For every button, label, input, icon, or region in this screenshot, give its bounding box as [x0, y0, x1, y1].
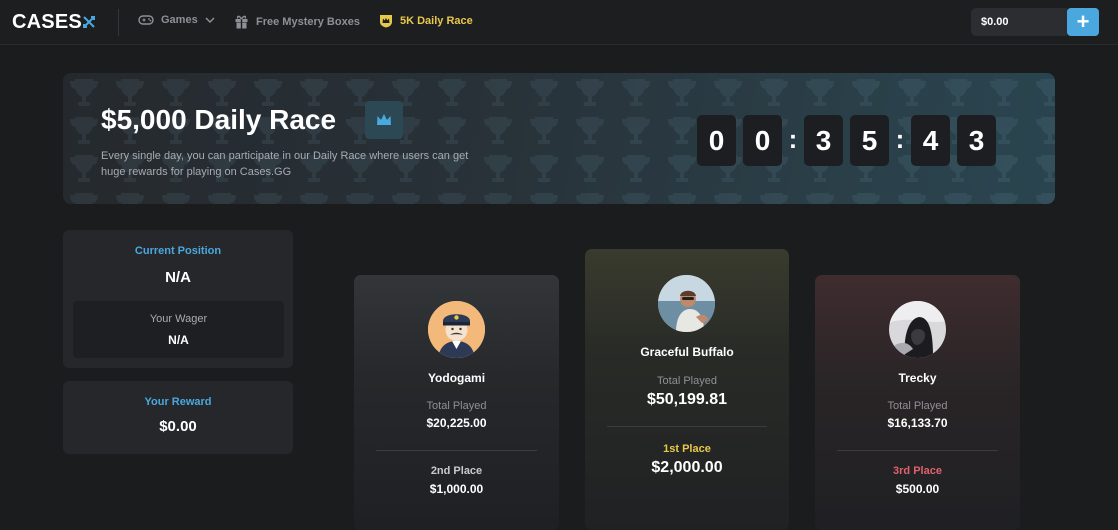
timer-digit: 5: [850, 115, 889, 166]
balance-display[interactable]: $0.00: [971, 8, 1070, 36]
avatar[interactable]: [658, 275, 715, 332]
race-description: Every single day, you can participate in…: [101, 150, 469, 178]
nav-daily-race-label: 5K Daily Race: [400, 15, 473, 27]
gift-icon: [234, 14, 249, 29]
nav-free-mystery-boxes[interactable]: Free Mystery Boxes: [234, 14, 360, 29]
nav-free-mystery-boxes-label: Free Mystery Boxes: [256, 15, 360, 28]
page-title: $5,000 Daily Race: [101, 104, 337, 135]
logo[interactable]: CASES: [12, 11, 82, 34]
top-nav: CASES Games Free Mystery Boxes 5K Daily …: [0, 0, 1118, 45]
reward-value: $0.00: [159, 418, 197, 435]
timer-digit: 4: [911, 115, 950, 166]
prize-value: $500.00: [895, 482, 940, 496]
balance-amount: $0.00: [981, 16, 1009, 28]
player-name: Yodogami: [427, 371, 486, 385]
gamepad-icon: [138, 14, 154, 26]
total-played-label: Total Played: [657, 375, 717, 387]
player-name: Trecky: [898, 371, 937, 385]
avatar[interactable]: [428, 301, 485, 358]
total-played-value: $16,133.70: [887, 416, 948, 430]
podium-card-second: Yodogami Total Played $20,225.00 2nd Pla…: [354, 275, 559, 530]
card-divider: [837, 450, 998, 451]
total-played-label: Total Played: [426, 400, 487, 412]
current-position-panel: Current Position N/A Your Wager N/A: [63, 230, 293, 368]
wager-label: Your Wager: [149, 313, 208, 325]
avatar[interactable]: [889, 301, 946, 358]
total-played-label: Total Played: [887, 400, 948, 412]
podium-card-third: Trecky Total Played $16,133.70 3rd Place…: [815, 275, 1020, 530]
daily-race-banner: $5,000 Daily Race Every single day, you …: [63, 73, 1055, 204]
podium-card-first: Graceful Buffalo Total Played $50,199.81…: [585, 249, 789, 530]
plus-icon: +: [1076, 9, 1090, 34]
wager-box: Your Wager N/A: [73, 301, 284, 358]
card-divider: [376, 450, 537, 451]
total-played-value: $50,199.81: [646, 391, 728, 408]
total-played-value: $20,225.00: [426, 416, 487, 430]
swords-icon: [83, 16, 95, 31]
prize-value: $2,000.00: [651, 459, 723, 476]
place-label: 1st Place: [663, 443, 711, 455]
timer-separator: :: [895, 124, 905, 154]
prize-value: $1,000.00: [429, 482, 484, 496]
chevron-down-icon: [205, 17, 215, 23]
nav-divider: [118, 9, 119, 36]
place-label: 3rd Place: [893, 465, 942, 477]
nav-games-label: Games: [161, 14, 198, 26]
place-label: 2nd Place: [430, 465, 483, 477]
timer-digit: 3: [804, 115, 843, 166]
timer-digit: 3: [957, 115, 996, 166]
timer-separator: :: [788, 124, 798, 154]
crown-icon: [365, 101, 403, 139]
player-name: Graceful Buffalo: [640, 345, 734, 359]
timer-digit: 0: [697, 115, 736, 166]
nav-daily-race[interactable]: 5K Daily Race: [379, 14, 473, 28]
current-position-value: N/A: [165, 269, 191, 286]
card-divider: [607, 426, 767, 427]
reward-panel: Your Reward $0.00: [63, 381, 293, 454]
deposit-button[interactable]: +: [1067, 8, 1099, 36]
wager-value: N/A: [168, 333, 189, 347]
crown-shield-icon: [379, 14, 393, 28]
timer-digit: 0: [743, 115, 782, 166]
nav-games[interactable]: Games: [138, 14, 215, 26]
current-position-label: Current Position: [134, 245, 222, 257]
reward-label: Your Reward: [144, 396, 212, 408]
